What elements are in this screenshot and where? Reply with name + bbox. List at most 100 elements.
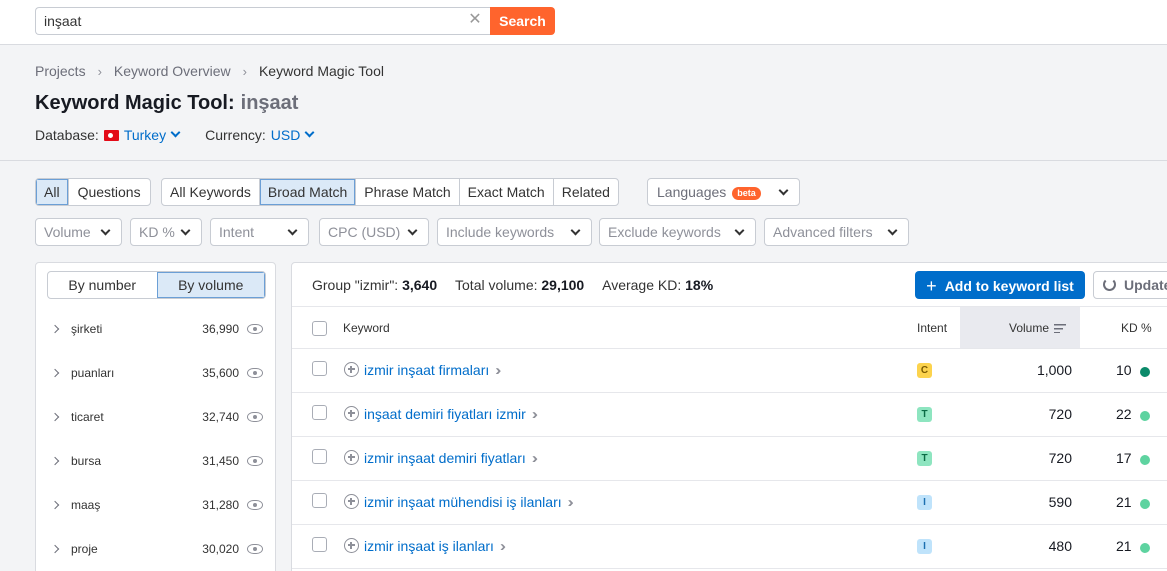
keyword-link[interactable]: izmir inşaat mühendisi iş ilanları ›› [364,494,574,511]
keyword-link[interactable]: izmir inşaat demiri fiyatları ›› [364,450,538,467]
languages-label: Languages [657,184,727,200]
add-circle-icon[interactable] [344,538,359,553]
keyword-link[interactable]: izmir inşaat firmaları ›› [364,362,501,379]
summary-kd-value: 18% [685,277,714,293]
double-chevron-icon[interactable]: ›› [568,494,574,511]
keyword-link[interactable]: izmir inşaat iş ilanları ›› [364,538,506,555]
update-button-label: Update [1124,277,1167,293]
row-checkbox[interactable] [312,449,327,464]
group-item[interactable]: puanları 35,600 [36,351,275,395]
search-input[interactable] [35,7,490,35]
group-item[interactable]: maaş 31,280 [36,483,275,527]
cpc-filter[interactable]: CPC (USD) [319,218,429,246]
exclude-keywords-filter[interactable]: Exclude keywords [599,218,756,246]
chevron-down-icon [887,225,898,236]
select-all-checkbox[interactable] [312,321,327,336]
row-checkbox[interactable] [312,405,327,420]
eye-icon[interactable] [247,412,263,422]
double-chevron-icon[interactable]: ›› [532,450,538,467]
tab-exact-match[interactable]: Exact Match [460,179,554,205]
eye-icon[interactable] [247,544,263,554]
chevron-right-icon[interactable] [50,324,60,334]
group-sort-toggle: By number By volume [47,271,266,299]
chevron-right-icon[interactable] [50,544,60,554]
add-circle-icon[interactable] [344,450,359,465]
keyword-text: izmir inşaat demiri fiyatları [364,450,526,466]
tab-phrase-match[interactable]: Phrase Match [356,179,460,205]
group-count: 35,600 [202,366,239,380]
add-circle-icon[interactable] [344,494,359,509]
summary-volume-label: Total volume: [455,277,538,293]
search-bar: ✕ Search [35,7,555,35]
update-button[interactable]: Update [1093,271,1167,299]
include-keywords-filter[interactable]: Include keywords [437,218,592,246]
row-checkbox[interactable] [312,493,327,508]
chevron-down-icon [180,225,191,236]
sort-icon[interactable] [1054,324,1067,333]
row-checkbox[interactable] [312,361,327,376]
filter-label: Include keywords [446,224,555,240]
database-select[interactable]: Turkey [103,127,181,143]
double-chevron-icon[interactable]: ›› [495,362,501,379]
chevron-right-icon[interactable] [50,456,60,466]
eye-icon[interactable] [247,324,263,334]
currency-select[interactable]: USD [271,127,315,143]
volume-filter[interactable]: Volume [35,218,122,246]
breadcrumb-keyword-overview[interactable]: Keyword Overview [114,63,231,79]
chevron-right-icon[interactable] [50,500,60,510]
eye-icon[interactable] [247,500,263,510]
group-count: 30,020 [202,542,239,556]
filter-label: CPC (USD) [328,224,401,240]
double-chevron-icon[interactable]: ›› [532,406,538,423]
tab-questions[interactable]: Questions [69,179,150,205]
group-item[interactable]: bursa 31,450 [36,439,275,483]
by-volume-button[interactable]: By volume [156,272,265,298]
add-to-keyword-list-button[interactable]: + Add to keyword list [915,271,1085,299]
by-number-button[interactable]: By number [48,272,157,298]
kd-value: 21 [1116,538,1132,554]
header-intent[interactable]: Intent [917,321,947,335]
group-item[interactable]: şirketi 36,990 [36,307,275,351]
group-item[interactable]: proje 30,020 [36,527,275,571]
header-kd[interactable]: KD % [1121,321,1152,335]
intent-badge: C [917,363,932,378]
table-row: izmir inşaat demiri fiyatları ›› T 720 17 [292,437,1167,481]
breadcrumb-projects[interactable]: Projects [35,63,86,79]
add-circle-icon[interactable] [344,406,359,421]
currency-label: Currency: [205,127,266,143]
page-header: Projects › Keyword Overview › Keyword Ma… [0,46,1167,161]
summary-kd-label: Average KD: [602,277,682,293]
kd-indicator-icon [1140,455,1150,465]
tab-all[interactable]: All [36,179,69,205]
group-item[interactable]: ticaret 32,740 [36,395,275,439]
top-bar: ✕ Search [0,0,1167,45]
add-circle-icon[interactable] [344,362,359,377]
intent-badge: I [917,539,932,554]
kd-indicator-icon [1140,411,1150,421]
tab-broad-match[interactable]: Broad Match [259,179,357,205]
volume-value: 590 [1048,494,1072,510]
chevron-down-icon [407,225,418,236]
breadcrumb: Projects › Keyword Overview › Keyword Ma… [35,63,384,79]
advanced-filters[interactable]: Advanced filters [764,218,909,246]
tab-all-keywords[interactable]: All Keywords [162,179,260,205]
tab-related[interactable]: Related [554,179,618,205]
clear-icon[interactable]: ✕ [467,12,483,28]
double-chevron-icon[interactable]: ›› [500,538,506,555]
eye-icon[interactable] [247,456,263,466]
group-summary: Group "izmir": 3,640 Total volume: 29,10… [312,277,713,293]
header-volume-label: Volume [1009,321,1050,335]
keyword-link[interactable]: inşaat demiri fiyatları izmir ›› [364,406,538,423]
row-checkbox[interactable] [312,537,327,552]
header-keyword[interactable]: Keyword [343,321,390,335]
chevron-right-icon[interactable] [50,412,60,422]
kd-filter[interactable]: KD % [130,218,202,246]
header-volume[interactable]: Volume [1009,321,1067,335]
intent-filter[interactable]: Intent [210,218,309,246]
plus-icon: + [926,275,937,296]
languages-dropdown[interactable]: Languages beta [647,178,800,206]
keyword-text: izmir inşaat firmaları [364,362,490,378]
chevron-right-icon[interactable] [50,368,60,378]
search-button[interactable]: Search [490,7,555,35]
eye-icon[interactable] [247,368,263,378]
